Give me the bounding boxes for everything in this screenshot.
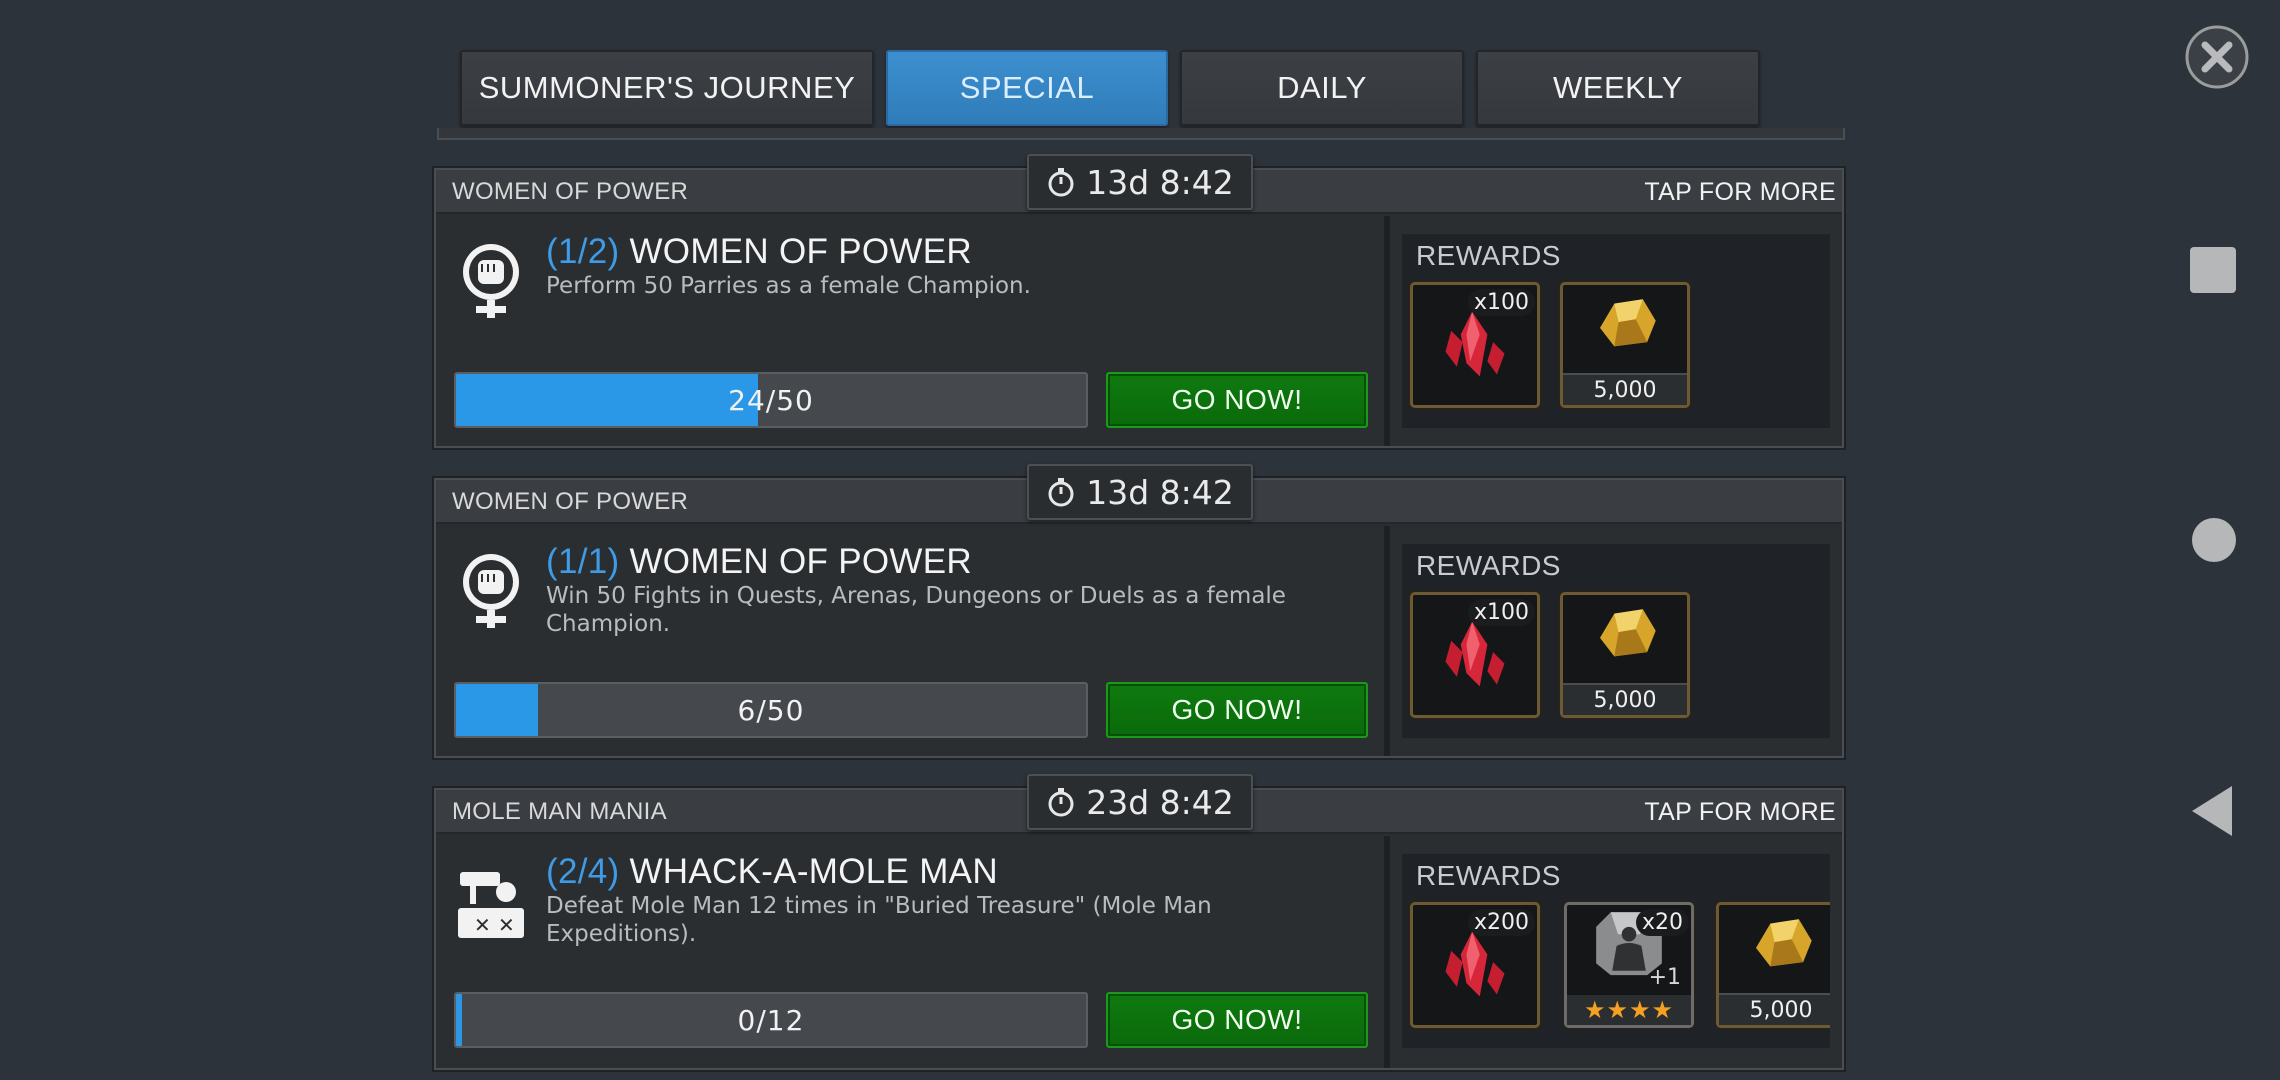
tab-daily[interactable]: DAILY <box>1180 50 1464 126</box>
reward-item[interactable]: x100 <box>1410 592 1540 718</box>
reward-count: x100 <box>1467 289 1535 316</box>
quest-category: MOLE MAN MANIA <box>452 798 667 825</box>
timer-text: 13d 8:42 <box>1086 472 1234 512</box>
quest-timer: 23d 8:42 <box>1027 774 1253 830</box>
gold-nugget-icon <box>1600 299 1656 347</box>
home-icon[interactable] <box>2192 518 2236 562</box>
rewards-panel: REWARDS x100 5,000 <box>1402 234 1830 428</box>
quest-title-text: WHACK-A-MOLE MAN <box>629 852 998 891</box>
reward-item[interactable]: 5,000 <box>1560 282 1690 408</box>
gold-nugget-icon <box>1756 919 1812 967</box>
divider <box>1384 216 1390 446</box>
reward-count: x200 <box>1467 909 1535 936</box>
rewards-title: REWARDS <box>1416 240 1561 271</box>
quest-card[interactable]: MOLE MAN MANIA TAP FOR MORE 23d 8:42 ✕ ✕… <box>434 774 1844 1070</box>
progress-text: 24/50 <box>728 383 814 417</box>
reward-item[interactable]: x200 <box>1410 902 1540 1028</box>
quest-title-text: WOMEN OF POWER <box>629 542 972 581</box>
divider <box>1384 836 1390 1068</box>
recent-apps-icon[interactable] <box>2190 247 2236 293</box>
progress-bar: 0/12 <box>454 992 1088 1048</box>
rewards-title: REWARDS <box>1416 550 1561 581</box>
progress-text: 6/50 <box>737 693 805 727</box>
reward-item[interactable]: x20 +1 ★★★★ <box>1564 902 1694 1028</box>
reward-amount: 5,000 <box>1563 373 1687 405</box>
quest-body: (1/1) WOMEN OF POWER Win 50 Fights in Que… <box>436 526 1384 756</box>
whack-mole-icon: ✕ ✕ <box>458 872 524 938</box>
svg-text:✕: ✕ <box>474 913 491 937</box>
go-now-button[interactable]: GO NOW! <box>1106 992 1368 1048</box>
tap-for-more-link[interactable]: TAP FOR MORE <box>1644 798 1836 827</box>
quest-description: Win 50 Fights in Quests, Arenas, Dungeon… <box>546 583 1286 637</box>
timer-text: 13d 8:42 <box>1086 162 1234 202</box>
go-now-button[interactable]: GO NOW! <box>1106 682 1368 738</box>
reward-item[interactable]: 5,000 <box>1716 902 1830 1028</box>
quest-body: (1/2) WOMEN OF POWER Perform 50 Parries a… <box>436 216 1384 446</box>
quest-category: WOMEN OF POWER <box>452 488 689 515</box>
progress-bar: 24/50 <box>454 372 1088 428</box>
star-rating: ★★★★ <box>1567 995 1691 1025</box>
quest-category: WOMEN OF POWER <box>452 178 689 205</box>
quest-timer: 13d 8:42 <box>1027 464 1253 520</box>
progress-text: 0/12 <box>737 1003 805 1037</box>
quest-title-text: WOMEN OF POWER <box>629 232 972 271</box>
tap-for-more-link[interactable]: TAP FOR MORE <box>1644 178 1836 207</box>
quest-step: (2/4) <box>546 852 620 891</box>
stopwatch-icon <box>1048 168 1074 197</box>
quest-step: (1/2) <box>546 232 620 271</box>
female-fist-icon <box>463 554 519 628</box>
quest-body: ✕ ✕ (2/4) WHACK-A-MOLE MAN Defeat Mole Ma… <box>436 836 1384 1068</box>
reward-item[interactable]: x100 <box>1410 282 1540 408</box>
stopwatch-icon <box>1048 478 1074 507</box>
reward-count: x100 <box>1467 599 1535 626</box>
quest-title: (1/1) WOMEN OF POWER <box>546 542 972 582</box>
quest-timer: 13d 8:42 <box>1027 154 1253 210</box>
svg-text:✕: ✕ <box>498 913 515 937</box>
quest-description: Perform 50 Parries as a female Champion. <box>546 273 1031 299</box>
quest-step: (1/1) <box>546 542 620 581</box>
tab-summoners-journey[interactable]: SUMMONER'S JOURNEY <box>460 50 874 126</box>
progress-bar: 6/50 <box>454 682 1088 738</box>
gold-nugget-icon <box>1600 609 1656 657</box>
rewards-panel: REWARDS x200 x20 +1 ★★★★ 5,000 <box>1402 854 1830 1048</box>
tab-divider <box>437 128 1845 140</box>
timer-text: 23d 8:42 <box>1086 782 1234 822</box>
stopwatch-icon <box>1048 788 1074 817</box>
go-now-button[interactable]: GO NOW! <box>1106 372 1368 428</box>
divider <box>1384 526 1390 756</box>
reward-amount: 5,000 <box>1563 683 1687 715</box>
tab-weekly[interactable]: WEEKLY <box>1476 50 1760 126</box>
female-fist-icon <box>463 244 519 318</box>
reward-amount: 5,000 <box>1719 993 1830 1025</box>
tab-special[interactable]: SPECIAL <box>886 50 1168 126</box>
close-icon[interactable] <box>2184 24 2250 90</box>
quest-description: Defeat Mole Man 12 times in "Buried Trea… <box>546 893 1212 947</box>
quest-card[interactable]: WOMEN OF POWER TAP FOR MORE 13d 8:42 (1/… <box>434 154 1844 448</box>
quest-title: (2/4) WHACK-A-MOLE MAN <box>546 852 998 892</box>
reward-count: x20 <box>1635 909 1689 936</box>
rewards-title: REWARDS <box>1416 860 1561 891</box>
reward-item[interactable]: 5,000 <box>1560 592 1690 718</box>
quest-card[interactable]: WOMEN OF POWER 13d 8:42 (1/1) WOMEN OF PO… <box>434 464 1844 758</box>
quest-title: (1/2) WOMEN OF POWER <box>546 232 972 272</box>
back-icon[interactable] <box>2188 784 2236 838</box>
rewards-panel: REWARDS x100 5,000 <box>1402 544 1830 738</box>
reward-badge: +1 <box>1648 965 1681 990</box>
